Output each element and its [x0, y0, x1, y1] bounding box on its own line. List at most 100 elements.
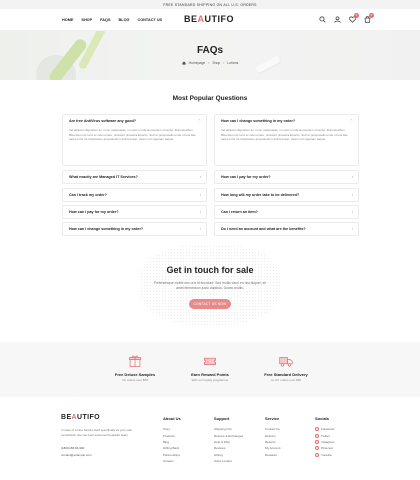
- cart-count-badge: 0: [369, 13, 374, 18]
- promo-text: FREE STANDARD SHIPPING ON ALL U.S. ORDER…: [163, 2, 257, 7]
- nav-faqs[interactable]: FAQS: [100, 18, 110, 22]
- chevron-right-icon: ›: [351, 175, 353, 179]
- faq-item[interactable]: Can I track my order? ›: [62, 188, 207, 202]
- faq-question: How can I pay for my order?: [221, 175, 271, 179]
- footer-logo[interactable]: BEAUTIFO: [61, 414, 100, 421]
- faq-item[interactable]: Are free AntiVirus software any good? ⌃ …: [62, 114, 207, 166]
- chevron-right-icon: ›: [351, 193, 353, 197]
- ticket-icon: [204, 357, 216, 365]
- faq-item[interactable]: How can I pay for my order? ›: [62, 205, 207, 219]
- faq-question: How can I change something in my order?: [69, 227, 144, 231]
- contact-us-button[interactable]: CONTACT US NOW: [189, 299, 231, 309]
- logo-part: BE: [61, 414, 72, 421]
- social-link-label: Youtube: [321, 452, 332, 457]
- footer-link[interactable]: Careers: [163, 458, 181, 464]
- faq-item[interactable]: Can I return an item? ›: [214, 205, 359, 219]
- footer-phone[interactable]: (1800)-88-66-990: [61, 446, 84, 450]
- feature-title: Free Deluxe Samples: [114, 372, 156, 377]
- chevron-right-icon: ›: [351, 210, 353, 214]
- nav-home[interactable]: HOME: [62, 18, 73, 22]
- breadcrumb-separator: ›: [208, 61, 210, 65]
- site-header: HOME SHOP FAQS BLOG CONTACT US BEAUTIFO …: [0, 9, 420, 31]
- promo-bar: FREE STANDARD SHIPPING ON ALL U.S. ORDER…: [0, 0, 420, 9]
- faq-question: How can I pay for my order?: [69, 210, 119, 214]
- feature-title: Free Standard Delivery: [264, 372, 308, 377]
- faq-answer: Vel aliquam dignissim ac, nunc malesuada…: [221, 128, 348, 142]
- main-nav: HOME SHOP FAQS BLOG CONTACT US: [62, 9, 162, 31]
- breadcrumb-home[interactable]: Homepage: [189, 61, 206, 65]
- footer-column-title: About Us: [163, 416, 181, 421]
- nav-contact[interactable]: CONTACT US: [137, 18, 162, 22]
- faq-item[interactable]: How long will my order take to be delive…: [214, 188, 359, 202]
- social-link-label: Twitter: [321, 433, 330, 438]
- faq-item[interactable]: How can I change something in my order? …: [214, 114, 359, 166]
- truck-icon: [279, 357, 293, 367]
- chevron-right-icon: ›: [199, 227, 201, 231]
- social-link-youtube[interactable]: Youtube: [315, 452, 334, 458]
- footer-column-title: Service: [265, 416, 280, 421]
- footer-column-title: Socials: [315, 416, 330, 421]
- breadcrumb-current: Lotions: [227, 61, 239, 65]
- instagram-icon: [315, 439, 319, 444]
- feature-subtitle: On orders over $50: [122, 378, 148, 382]
- chevron-up-icon: ⌃: [198, 119, 201, 123]
- faq-item[interactable]: How can I pay for my order? ›: [214, 170, 359, 184]
- faq-item[interactable]: Do I need an account and what are the be…: [214, 222, 359, 236]
- feature-title: Earn Reward Points: [191, 372, 229, 377]
- breadcrumb-shop[interactable]: Shop: [212, 61, 220, 65]
- chevron-right-icon: ›: [199, 210, 201, 214]
- footer-column-support: Support Shipping Info Returns & Exchange…: [214, 416, 243, 464]
- facebook-icon: [315, 427, 319, 432]
- faq-item[interactable]: What exactly are Managed IT Services? ›: [62, 170, 207, 184]
- nav-blog[interactable]: BLOG: [119, 18, 130, 22]
- cart-icon[interactable]: 0: [363, 13, 374, 23]
- logo-part: BE: [184, 14, 198, 24]
- footer-column-title: Support: [214, 416, 230, 421]
- feature-subtitle: on UK orders over $50: [270, 378, 302, 382]
- nav-shop[interactable]: SHOP: [81, 18, 92, 22]
- footer-description: In case of corine beauty itself specific…: [61, 428, 133, 437]
- footer-column-service: Service Contact Us Delivery Returns My A…: [265, 416, 281, 458]
- header-actions: 0 0: [318, 13, 374, 23]
- logo-part: UTIFO: [77, 414, 100, 421]
- faq-question: Can I track my order?: [69, 193, 107, 197]
- faq-question: What exactly are Managed IT Services?: [69, 175, 138, 179]
- page-title: FAQs: [196, 45, 224, 56]
- faq-answer: Vel aliquam dignissim ac, nunc malesuada…: [69, 128, 196, 142]
- social-link-label: Instagram: [321, 439, 335, 444]
- faq-question: Are free AntiVirus software any good?: [69, 119, 137, 123]
- breadcrumb: Homepage › Shop › Lotions: [0, 61, 420, 65]
- pinterest-icon: [315, 446, 319, 451]
- home-icon: [182, 61, 186, 65]
- feature-item: Free Standard Delivery on UK orders over…: [246, 354, 326, 382]
- contact-subtitle: Pellentesque mollis nec orci id tincidun…: [154, 281, 266, 290]
- faq-item[interactable]: How can I change something in my order? …: [62, 222, 207, 236]
- faq-question: How can I change something in my order?: [221, 119, 296, 123]
- faq-question: Can I return an item?: [221, 210, 258, 214]
- heart-icon[interactable]: 0: [348, 13, 359, 23]
- footer-link[interactable]: Store Locator: [214, 458, 243, 464]
- user-icon[interactable]: [333, 15, 341, 23]
- logo-part: UTIFO: [204, 14, 235, 24]
- site-logo[interactable]: BEAUTIFO: [184, 14, 234, 24]
- twitter-icon: [315, 433, 319, 438]
- faq-section-title: Most Popular Questions: [172, 95, 248, 102]
- contact-title: Get in touch for sale: [166, 265, 254, 275]
- chevron-right-icon: ›: [199, 193, 201, 197]
- chevron-right-icon: ›: [199, 175, 201, 179]
- feature-item: Earn Reward Points With our loyalty prog…: [170, 354, 250, 382]
- chevron-right-icon: ›: [351, 227, 353, 231]
- footer-column-socials: Socials Facebook Twitter Instagram Pinte…: [315, 416, 334, 458]
- faq-question: Do I need an account and what are the be…: [221, 227, 306, 231]
- search-icon[interactable]: [318, 15, 326, 23]
- wishlist-count-badge: 0: [354, 13, 359, 18]
- page-banner: FAQs Homepage › Shop › Lotions: [0, 31, 420, 80]
- chevron-up-icon: ⌃: [350, 119, 353, 123]
- footer-email[interactable]: contact@example.com: [61, 453, 92, 457]
- feature-item: Free Deluxe Samples On orders over $50: [95, 354, 175, 382]
- footer-column-about: About Us Story Products Blog Gifting Bac…: [163, 416, 181, 464]
- youtube-icon: [315, 452, 319, 457]
- footer-link[interactable]: Rewards: [265, 452, 281, 458]
- gift-icon: [129, 355, 141, 367]
- social-link-label: Pinterest: [321, 446, 333, 451]
